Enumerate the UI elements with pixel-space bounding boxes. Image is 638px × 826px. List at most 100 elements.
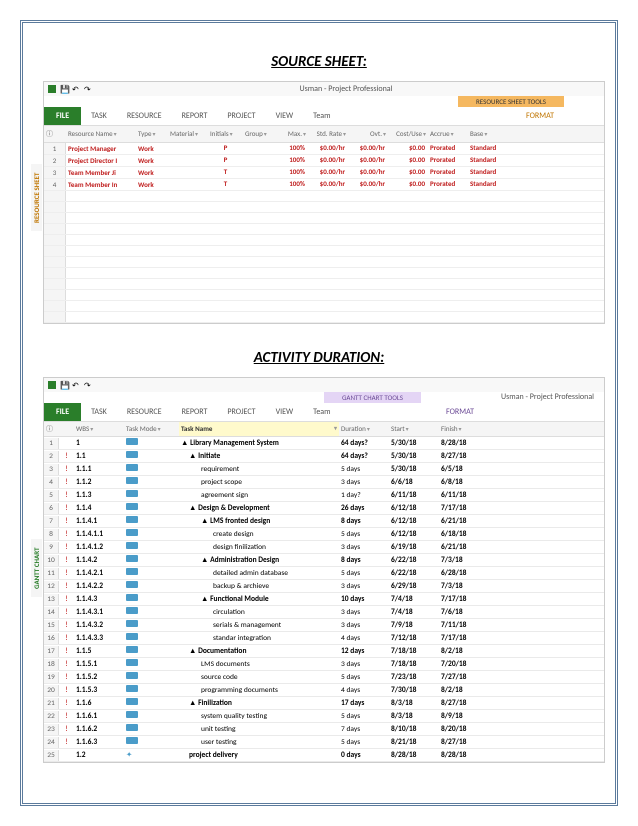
task-row[interactable]: 10!1.1.4.2▲ Administration Design8 days6… — [44, 554, 604, 567]
finish-cell[interactable]: 6/21/18 — [439, 542, 489, 553]
duration-cell[interactable]: 64 days? — [339, 451, 389, 462]
start-cell[interactable]: 5/30/18 — [389, 438, 439, 449]
task-row-number[interactable]: 16 — [44, 633, 59, 644]
empty-row[interactable] — [44, 191, 604, 202]
task-row[interactable]: 7!1.1.4.1▲ LMS fronted design8 days6/12/… — [44, 515, 604, 528]
initials-cell[interactable]: T — [208, 167, 243, 178]
task-row[interactable]: 5!1.1.3agreement sign1 day?6/11/186/11/1… — [44, 489, 604, 502]
start-cell[interactable]: 6/12/18 — [389, 503, 439, 514]
task-row[interactable]: 18!1.1.5.1LMS documents3 days7/18/187/20… — [44, 658, 604, 671]
col-duration[interactable]: Duration▾ — [339, 422, 389, 436]
resource-row[interactable]: 2Project Director IWorkP100%$0.00/hr$0.0… — [44, 155, 604, 167]
task-row-number[interactable]: 15 — [44, 620, 59, 631]
material-cell[interactable] — [168, 167, 208, 178]
task-row[interactable]: 19!1.1.5.2source code5 days7/23/187/27/1… — [44, 671, 604, 684]
col-wbs[interactable]: WBS▾ — [74, 422, 124, 436]
start-cell[interactable]: 8/21/18 — [389, 737, 439, 748]
task-row[interactable]: 251.2✦project delivery0 days8/28/188/28/… — [44, 749, 604, 762]
start-cell[interactable]: 7/9/18 — [389, 620, 439, 631]
start-cell[interactable]: 6/11/18 — [389, 490, 439, 501]
tab-project[interactable]: PROJECT — [217, 404, 265, 420]
task-mode-cell[interactable] — [124, 606, 179, 618]
task-row-number[interactable]: 25 — [44, 750, 59, 761]
resource-row[interactable]: 4Team Member InWorkT100%$0.00/hr$0.00/hr… — [44, 179, 604, 191]
task-row-number[interactable]: 1 — [44, 438, 59, 449]
duration-cell[interactable]: 5 days — [339, 464, 389, 475]
start-cell[interactable]: 7/18/18 — [389, 659, 439, 670]
task-row[interactable]: 8!1.1.4.1.1create design5 days6/12/186/1… — [44, 528, 604, 541]
tab-format-2[interactable]: FORMAT — [436, 404, 484, 420]
row-number[interactable]: 1 — [44, 143, 66, 154]
undo-icon[interactable]: ↶ — [72, 85, 80, 93]
task-name-cell[interactable]: ▲ Library Management System — [179, 437, 339, 449]
task-row-number[interactable]: 20 — [44, 685, 59, 696]
task-mode-cell[interactable] — [124, 619, 179, 631]
duration-cell[interactable]: 3 days — [339, 477, 389, 488]
col-ovt[interactable]: Ovt.▾ — [348, 128, 388, 140]
task-mode-cell[interactable] — [124, 528, 179, 540]
task-name-cell[interactable]: ▲ Finilization — [179, 697, 339, 709]
start-cell[interactable]: 5/30/18 — [389, 451, 439, 462]
row-number[interactable]: 2 — [44, 155, 66, 166]
finish-cell[interactable]: 6/28/18 — [439, 568, 489, 579]
task-row[interactable]: 22!1.1.6.1system quality testing5 days8/… — [44, 710, 604, 723]
task-mode-cell[interactable] — [124, 554, 179, 566]
empty-row[interactable] — [44, 301, 604, 312]
finish-cell[interactable]: 6/8/18 — [439, 477, 489, 488]
task-mode-cell[interactable] — [124, 541, 179, 553]
wbs-cell[interactable]: 1.1.4.2.1 — [74, 568, 124, 579]
group-cell[interactable] — [243, 167, 278, 178]
initials-cell[interactable]: P — [208, 155, 243, 166]
duration-cell[interactable]: 5 days — [339, 711, 389, 722]
duration-cell[interactable]: 5 days — [339, 672, 389, 683]
task-name-cell[interactable]: project delivery — [179, 750, 339, 761]
tab-resource[interactable]: RESOURCE — [117, 404, 172, 420]
start-cell[interactable]: 8/3/18 — [389, 711, 439, 722]
base-cell[interactable]: Standard — [468, 155, 508, 166]
row-number[interactable]: 4 — [44, 179, 66, 190]
duration-cell[interactable]: 12 days — [339, 646, 389, 657]
task-name-cell[interactable]: ▲ Functional Module — [179, 593, 339, 605]
costuse-cell[interactable]: $0.00 — [388, 167, 428, 178]
wbs-cell[interactable]: 1.1.5 — [74, 646, 124, 657]
col-stdrate[interactable]: Std. Rate▾ — [308, 128, 348, 140]
costuse-cell[interactable]: $0.00 — [388, 143, 428, 154]
tab-task[interactable]: TASK — [81, 108, 117, 124]
duration-cell[interactable]: 10 days — [339, 594, 389, 605]
empty-row[interactable] — [44, 246, 604, 257]
col-group[interactable]: Group▾ — [243, 128, 278, 140]
col-base[interactable]: Base▾ — [468, 128, 508, 140]
task-name-cell[interactable]: standar integration — [179, 633, 339, 644]
finish-cell[interactable]: 8/28/18 — [439, 750, 489, 761]
task-name-cell[interactable]: circulation — [179, 607, 339, 618]
task-row[interactable]: 17!1.1.5▲ Documentation12 days7/18/188/2… — [44, 645, 604, 658]
wbs-cell[interactable]: 1.1.2 — [74, 477, 124, 488]
task-row[interactable]: 2!1.1▲ Initiate64 days?5/30/188/27/18 — [44, 450, 604, 463]
col-initials[interactable]: Initials▾ — [208, 128, 243, 140]
col-accrue[interactable]: Accrue▾ — [428, 128, 468, 140]
undo-icon[interactable]: ↶ — [72, 381, 80, 389]
task-row[interactable]: 6!1.1.4▲ Design & Development26 days6/12… — [44, 502, 604, 515]
tab-project[interactable]: PROJECT — [217, 108, 265, 124]
task-row-number[interactable]: 2 — [44, 451, 59, 462]
task-mode-cell[interactable] — [124, 476, 179, 488]
wbs-cell[interactable]: 1.1 — [74, 451, 124, 462]
task-name-cell[interactable]: ▲ Initiate — [179, 450, 339, 462]
task-mode-cell[interactable] — [124, 697, 179, 709]
start-cell[interactable]: 7/23/18 — [389, 672, 439, 683]
accrue-cell[interactable]: Prorated — [428, 143, 468, 154]
task-mode-cell[interactable] — [124, 450, 179, 462]
wbs-cell[interactable]: 1.1.6 — [74, 698, 124, 709]
duration-cell[interactable]: 4 days — [339, 685, 389, 696]
duration-cell[interactable]: 3 days — [339, 659, 389, 670]
wbs-cell[interactable]: 1.1.4.1 — [74, 516, 124, 527]
stdrate-cell[interactable]: $0.00/hr — [308, 155, 348, 166]
empty-row[interactable] — [44, 213, 604, 224]
finish-cell[interactable]: 6/18/18 — [439, 529, 489, 540]
task-row[interactable]: 11▲ Library Management System64 days?5/3… — [44, 437, 604, 450]
finish-cell[interactable]: 7/17/18 — [439, 503, 489, 514]
empty-row[interactable] — [44, 224, 604, 235]
task-row-number[interactable]: 8 — [44, 529, 59, 540]
finish-cell[interactable]: 6/11/18 — [439, 490, 489, 501]
start-cell[interactable]: 6/22/18 — [389, 568, 439, 579]
